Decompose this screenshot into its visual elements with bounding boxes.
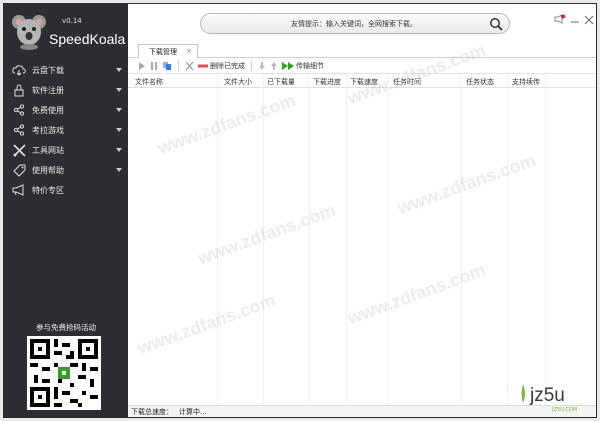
column-divider xyxy=(388,74,389,406)
cloud-icon xyxy=(12,63,26,77)
site-brand: jz5u xyxy=(530,385,565,406)
toolbar-divider xyxy=(178,60,179,71)
site-brand-sub: JZ5U.COM xyxy=(552,407,578,413)
fast-forward-icon xyxy=(282,61,294,70)
app-window: v0.14 SpeedKoala 云盘下载 软件注册 免费使用 考拉游戏 工具网… xyxy=(3,3,597,418)
sidebar-item-label: 免费使用 xyxy=(32,105,64,115)
sidebar-item-free-use[interactable]: 免费使用 xyxy=(4,100,128,120)
chevron-down-icon xyxy=(116,108,122,112)
col-header-progress[interactable]: 下载进度 xyxy=(313,77,341,87)
col-header-task-status[interactable]: 任务状态 xyxy=(466,77,494,87)
sidebar-item-help[interactable]: 使用帮助 xyxy=(4,160,128,180)
sidebar-item-register[interactable]: 软件注册 xyxy=(4,80,128,100)
chevron-down-icon xyxy=(116,128,122,132)
search-icon[interactable] xyxy=(489,17,503,31)
minimize-icon[interactable] xyxy=(569,14,581,26)
col-header-file-name[interactable]: 文件名称 xyxy=(135,77,163,87)
sidebar-item-cloud-download[interactable]: 云盘下载 xyxy=(4,60,128,80)
status-bar: 下载总速度： 计算中... xyxy=(128,405,596,417)
notification-icon[interactable] xyxy=(554,14,566,26)
watermark-text: www.zdfans.com xyxy=(134,289,279,359)
sidebar-item-label: 软件注册 xyxy=(32,85,64,95)
tab-label: 下载管理 xyxy=(149,47,177,56)
top-bar: 友情提示：输入关键词，全网搜索下载。 xyxy=(128,4,596,44)
watermark-text: www.zdfans.com xyxy=(394,149,539,219)
app-name: SpeedKoala xyxy=(49,31,126,47)
sidebar-item-koala-games[interactable]: 考拉游戏 xyxy=(4,120,128,140)
status-value: 计算中... xyxy=(179,407,207,416)
col-header-downloaded[interactable]: 已下载量 xyxy=(267,77,295,87)
column-divider xyxy=(507,74,508,406)
move-down-icon[interactable] xyxy=(258,60,266,72)
sidebar-item-label: 特价专区 xyxy=(32,185,64,195)
toolbar-divider xyxy=(251,60,252,71)
tab-download-manager[interactable]: 下载管理 × xyxy=(138,44,198,58)
promo-text: 参与免费抢码活动 xyxy=(36,323,96,332)
column-divider xyxy=(346,74,347,406)
close-task-icon[interactable] xyxy=(185,60,194,72)
share-icon xyxy=(12,103,26,117)
tab-bar: 下载管理 × xyxy=(128,44,596,58)
sidebar: v0.14 SpeedKoala 云盘下载 软件注册 免费使用 考拉游戏 工具网… xyxy=(4,4,128,417)
col-header-resume-support[interactable]: 支持续传 xyxy=(512,77,540,87)
col-header-file-size[interactable]: 文件大小 xyxy=(224,77,252,87)
leaf-logo-icon xyxy=(521,384,525,403)
tab-close-icon[interactable]: × xyxy=(186,47,192,55)
sidebar-item-label: 使用帮助 xyxy=(32,165,64,175)
delete-completed-label: 删除已完成 xyxy=(210,61,245,70)
sidebar-item-label: 云盘下载 xyxy=(32,65,64,75)
sidebar-item-label: 工具网站 xyxy=(32,145,64,155)
sidebar-item-special-offers[interactable]: 特价专区 xyxy=(4,180,128,200)
sidebar-item-label: 考拉游戏 xyxy=(32,125,64,135)
play-icon[interactable] xyxy=(138,60,146,72)
minus-icon xyxy=(198,64,208,67)
sidebar-item-tool-sites[interactable]: 工具网站 xyxy=(4,140,128,160)
sidebar-menu: 云盘下载 软件注册 免费使用 考拉游戏 工具网站 使用帮助 特价专区 xyxy=(4,60,128,200)
share-icon xyxy=(12,123,26,137)
lock-icon xyxy=(12,83,26,97)
megaphone-icon xyxy=(12,183,26,197)
close-icon[interactable] xyxy=(583,14,595,26)
watermark-text: www.zdfans.com xyxy=(154,89,299,159)
transfer-detail-button[interactable]: 传输细节 xyxy=(282,60,324,72)
search-box[interactable]: 友情提示：输入关键词，全网搜索下载。 xyxy=(200,13,510,34)
app-version: v0.14 xyxy=(62,17,82,25)
column-divider xyxy=(461,74,462,406)
qr-code[interactable] xyxy=(27,336,101,410)
copy-icon[interactable] xyxy=(162,60,172,72)
tag-icon xyxy=(12,163,26,177)
chevron-down-icon xyxy=(116,148,122,152)
chevron-down-icon xyxy=(116,168,122,172)
chevron-down-icon xyxy=(116,88,122,92)
column-divider xyxy=(545,74,546,406)
status-label: 下载总速度： xyxy=(131,407,173,416)
move-up-icon[interactable] xyxy=(270,60,278,72)
toolbar: 删除已完成 传输细节 xyxy=(128,58,596,74)
column-divider xyxy=(309,74,310,406)
search-input[interactable]: 友情提示：输入关键词，全网搜索下载。 xyxy=(291,19,417,29)
chevron-down-icon xyxy=(116,68,122,72)
pause-icon[interactable] xyxy=(150,60,158,72)
transfer-detail-label: 传输细节 xyxy=(296,61,324,70)
koala-logo-icon xyxy=(12,15,46,50)
tools-icon xyxy=(12,143,26,157)
delete-completed-button[interactable]: 删除已完成 xyxy=(198,60,245,72)
watermark-text: www.zdfans.com xyxy=(344,259,489,329)
